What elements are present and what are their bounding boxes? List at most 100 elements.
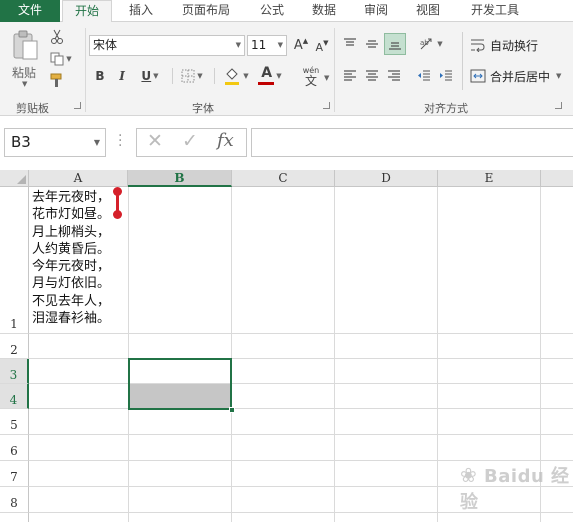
paste-dropdown-icon[interactable]: ▼ [22, 80, 27, 88]
tab-insert[interactable]: 插入 [118, 0, 164, 22]
column-header-b[interactable]: B [128, 170, 232, 187]
increase-font-size-button[interactable]: A ▲ [290, 35, 312, 55]
cut-icon[interactable] [48, 28, 66, 46]
row-header-1[interactable]: 1 [0, 187, 29, 334]
tab-view[interactable]: 视图 [406, 0, 450, 22]
formula-bar-grip-icon[interactable]: · · · [118, 129, 122, 153]
select-all-button[interactable] [0, 170, 29, 187]
merge-center-button[interactable]: 合并后居中 ▼ [470, 66, 561, 86]
format-painter-icon[interactable] [48, 72, 66, 90]
align-bottom-icon[interactable] [384, 33, 406, 55]
alignment-group-label: 对齐方式 [424, 102, 468, 115]
increase-indent-icon[interactable] [436, 66, 456, 86]
formula-buttons: ✕ ✓ fx [136, 128, 247, 157]
gridline [437, 187, 438, 522]
gridline [29, 434, 573, 435]
align-top-icon[interactable] [340, 34, 360, 54]
tab-developer[interactable]: 开发工具 [458, 0, 532, 22]
tab-data[interactable]: 数据 [302, 0, 346, 22]
ribbon-home: 粘贴 ▼ ▼ 剪贴板 宋体 ▼ 11 ▼ A ▲ A ▼ B I U ▼ ▼ ▼ A ▼ … [0, 22, 573, 116]
align-left-icon[interactable] [340, 66, 360, 86]
row-header-2[interactable]: 2 [0, 334, 29, 359]
chevron-down-icon: ▼ [556, 72, 562, 80]
tab-page-layout[interactable]: 页面布局 [170, 0, 242, 22]
group-divider [85, 28, 86, 112]
font-name-select[interactable]: 宋体 ▼ [89, 35, 245, 56]
baidu-watermark: ❀ Baidu 经验 [460, 463, 570, 513]
row-header-7[interactable]: 7 [0, 461, 29, 487]
separator [172, 68, 173, 84]
tab-review[interactable]: 审阅 [354, 0, 398, 22]
row-header-9[interactable]: 9 [0, 513, 29, 522]
wrap-text-icon [471, 39, 485, 52]
row-header-6[interactable]: 6 [0, 435, 29, 461]
clipboard-launcher-icon[interactable] [74, 102, 81, 109]
gridline [29, 408, 573, 409]
tab-formulas[interactable]: 公式 [250, 0, 294, 22]
italic-button[interactable]: I [114, 66, 130, 86]
paste-label[interactable]: 粘贴 [12, 64, 36, 81]
column-header-d[interactable]: D [335, 170, 438, 187]
font-color-button[interactable]: A ▼ [254, 64, 286, 88]
cell-a1-line: 人约黄昏后。 [32, 241, 111, 257]
enter-icon[interactable]: ✓ [182, 130, 198, 152]
clipboard-group-label: 剪贴板 [16, 102, 49, 115]
wrap-text-button[interactable]: 自动换行 [470, 35, 538, 55]
gridline [29, 333, 573, 334]
underline-icon: U [141, 69, 152, 83]
alignment-launcher-icon[interactable] [555, 102, 562, 109]
fill-color-button[interactable]: ▼ [220, 64, 252, 88]
chevron-down-icon[interactable]: ▼ [324, 74, 329, 82]
cell-a1-line: 不见去年人， [32, 293, 111, 309]
align-center-icon[interactable] [362, 66, 382, 86]
orientation-button[interactable]: ab ▼ [416, 34, 446, 54]
cancel-icon[interactable]: ✕ [147, 130, 163, 152]
copy-icon[interactable]: ▼ [48, 50, 74, 68]
borders-icon [181, 69, 195, 83]
align-right-icon[interactable] [384, 66, 404, 86]
bold-button[interactable]: B [92, 66, 108, 86]
cell-a1-line: 泪湿春衫袖。 [32, 311, 111, 327]
fill-handle[interactable] [229, 407, 235, 413]
borders-button[interactable]: ▼ [178, 66, 206, 86]
font-group-label: 字体 [192, 102, 214, 115]
row-header-3[interactable]: 3 [0, 359, 29, 384]
phonetic-guide-button[interactable]: wén 文 [296, 64, 326, 90]
row-header-4[interactable]: 4 [0, 384, 29, 409]
font-size-select[interactable]: 11 ▼ [247, 35, 287, 56]
column-header-c[interactable]: C [232, 170, 335, 187]
decrease-font-size-button[interactable]: A ▼ [312, 37, 332, 57]
column-header-f[interactable] [541, 170, 573, 187]
row-header-8[interactable]: 8 [0, 487, 29, 513]
column-header-a[interactable]: A [29, 170, 128, 187]
selection-range-b3-b4[interactable] [128, 358, 232, 410]
ribbon-tab-bar: 文件 开始 插入 页面布局 公式 数据 审阅 视图 开发工具 [0, 0, 573, 23]
align-middle-icon[interactable] [362, 34, 382, 54]
cell-a1[interactable]: 去年元夜时， 花市灯如昼。 月上柳梢头， 人约黄昏后。 今年元夜时， 月与灯依旧… [32, 189, 128, 327]
row-header-5[interactable]: 5 [0, 409, 29, 435]
wrap-text-label: 自动换行 [490, 38, 539, 53]
separator [214, 68, 215, 84]
tab-file[interactable]: 文件 [0, 0, 60, 22]
name-box[interactable]: B3 ▼ [4, 128, 106, 157]
chevron-down-icon: ▼ [93, 138, 100, 147]
cell-a1-line: 月上柳梢头， [32, 224, 111, 240]
paste-icon[interactable] [8, 28, 44, 62]
formula-input[interactable] [251, 128, 573, 157]
chevron-down-icon: ▼ [277, 41, 283, 49]
select-all-triangle-icon [17, 175, 26, 184]
gridline [128, 187, 129, 522]
cell-a1-line: 今年元夜时， [32, 259, 111, 275]
name-box-value: B3 [11, 133, 31, 151]
tab-home[interactable]: 开始 [62, 0, 112, 23]
font-launcher-icon[interactable] [323, 102, 330, 109]
merge-center-label: 合并后居中 [490, 69, 551, 84]
underline-button[interactable]: U ▼ [136, 66, 164, 86]
font-name-value: 宋体 [93, 38, 118, 52]
insert-function-icon[interactable]: fx [217, 130, 234, 151]
phonetic-char: 文 [304, 74, 317, 88]
gridline [231, 187, 232, 522]
column-header-e[interactable]: E [438, 170, 541, 187]
font-color-icon: A [258, 65, 275, 86]
decrease-indent-icon[interactable] [414, 66, 434, 86]
